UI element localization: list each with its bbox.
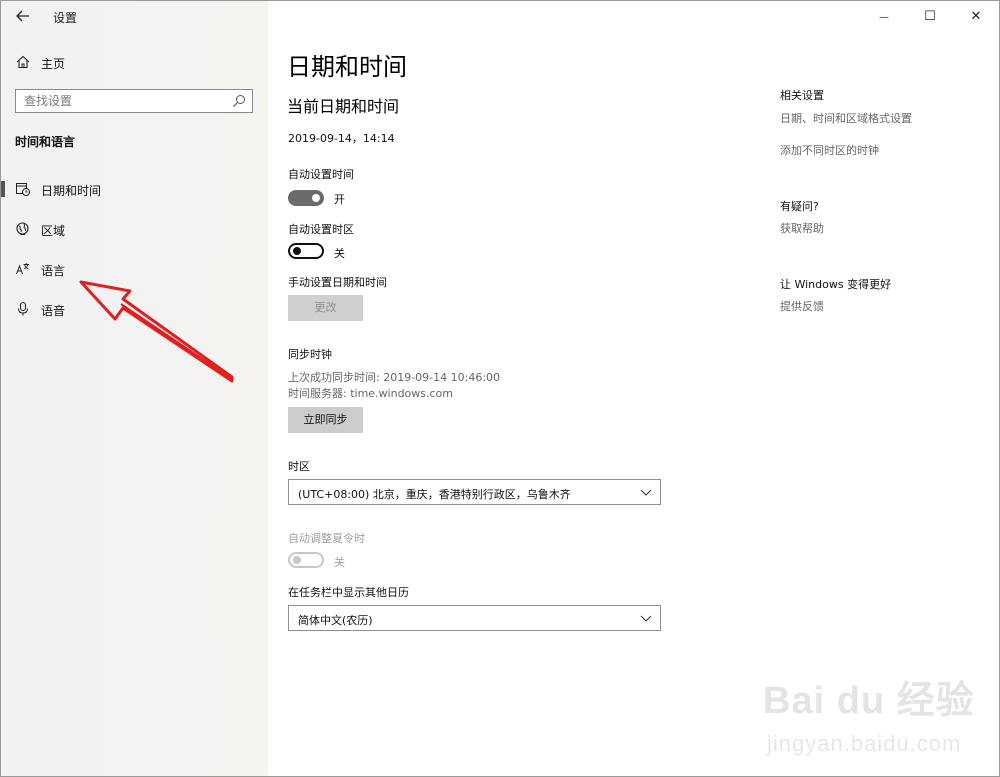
sidebar-item-label: 语音 bbox=[41, 304, 66, 318]
calendar-label: 在任务栏中显示其他日历 bbox=[288, 586, 409, 599]
change-button[interactable]: 更改 bbox=[288, 295, 363, 321]
sync-heading: 同步时钟 bbox=[288, 348, 332, 361]
sync-now-button[interactable]: 立即同步 bbox=[288, 407, 363, 433]
get-help-link[interactable]: 获取帮助 bbox=[780, 220, 824, 236]
calendar-clock-icon bbox=[16, 183, 30, 196]
last-sync-text: 上次成功同步时间: 2019-09-14 10:46:00 bbox=[288, 371, 501, 384]
watermark-brand: Bai du 经验 bbox=[763, 680, 975, 722]
settings-window: 设置 主页 时间和语言 日期和时间 bbox=[0, 0, 1000, 777]
chevron-down-icon bbox=[640, 489, 652, 496]
minimize-button[interactable]: — bbox=[861, 1, 907, 31]
maximize-button[interactable]: ☐ bbox=[907, 1, 953, 31]
dst-state: 关 bbox=[334, 556, 345, 569]
give-feedback-link[interactable]: 提供反馈 bbox=[780, 298, 824, 314]
toggle-knob bbox=[293, 247, 301, 255]
language-icon bbox=[16, 263, 29, 275]
toggle-knob bbox=[293, 556, 301, 564]
toggle-knob bbox=[312, 194, 320, 202]
calendar-dropdown[interactable]: 简体中文(农历) bbox=[288, 605, 661, 631]
sidebar-item-date-time[interactable]: 日期和时间 bbox=[1, 173, 268, 205]
close-button[interactable]: ✕ bbox=[953, 1, 999, 31]
sidebar-item-language[interactable]: 语言 bbox=[1, 253, 268, 285]
manual-set-label: 手动设置日期和时间 bbox=[288, 276, 387, 289]
minimize-icon: — bbox=[879, 12, 889, 23]
section-title: 当前日期和时间 bbox=[287, 97, 400, 116]
auto-timezone-label: 自动设置时区 bbox=[288, 223, 354, 236]
main-content: — ☐ ✕ 日期和时间 当前日期和时间 2019-09-14，14:14 自动设… bbox=[268, 1, 999, 776]
globe-icon bbox=[16, 222, 29, 235]
current-datetime: 2019-09-14，14:14 bbox=[288, 132, 395, 145]
search-input[interactable] bbox=[16, 90, 226, 112]
sidebar-item-label: 语言 bbox=[41, 264, 66, 278]
baidu-watermark: Bai du 经验 jingyan.baidu.com bbox=[763, 669, 993, 769]
sidebar-item-label: 日期和时间 bbox=[41, 184, 102, 198]
time-server-text: 时间服务器: time.windows.com bbox=[288, 387, 454, 400]
close-icon: ✕ bbox=[970, 9, 982, 24]
window-controls: — ☐ ✕ bbox=[861, 1, 999, 31]
title-bar: 设置 bbox=[1, 1, 268, 31]
sidebar-item-region[interactable]: 区域 bbox=[1, 213, 268, 245]
maximize-icon: ☐ bbox=[924, 9, 936, 24]
related-heading: 相关设置 bbox=[780, 89, 824, 102]
help-heading: 有疑问? bbox=[780, 200, 819, 213]
arrow-left-icon bbox=[16, 10, 29, 22]
home-icon bbox=[16, 55, 30, 69]
related-link-formats[interactable]: 日期、时间和区域格式设置 bbox=[780, 110, 912, 126]
chevron-down-icon bbox=[640, 615, 652, 622]
dst-label: 自动调整夏令时 bbox=[288, 532, 365, 545]
dst-toggle[interactable] bbox=[288, 552, 324, 568]
auto-time-label: 自动设置时间 bbox=[288, 168, 354, 181]
timezone-dropdown[interactable]: (UTC+08:00) 北京，重庆，香港特别行政区，乌鲁木齐 bbox=[288, 479, 661, 505]
auto-timezone-state: 关 bbox=[334, 247, 345, 260]
timezone-label: 时区 bbox=[288, 460, 310, 473]
microphone-icon bbox=[18, 301, 28, 316]
watermark-url: jingyan.baidu.com bbox=[767, 731, 962, 756]
section-heading: 时间和语言 bbox=[15, 135, 76, 149]
sidebar: 设置 主页 时间和语言 日期和时间 bbox=[1, 1, 268, 776]
back-button[interactable] bbox=[13, 6, 33, 26]
sidebar-item-label: 主页 bbox=[41, 57, 66, 71]
auto-time-state: 开 bbox=[334, 193, 345, 206]
sidebar-item-speech[interactable]: 语音 bbox=[1, 293, 268, 325]
calendar-value: 简体中文(农历) bbox=[298, 614, 373, 627]
search-icon[interactable] bbox=[232, 94, 246, 108]
related-link-clocks[interactable]: 添加不同时区的时钟 bbox=[780, 142, 879, 158]
sidebar-item-home[interactable]: 主页 bbox=[1, 49, 268, 77]
sidebar-item-label: 区域 bbox=[41, 224, 66, 238]
feedback-heading: 让 Windows 变得更好 bbox=[780, 278, 892, 291]
auto-timezone-toggle[interactable] bbox=[288, 243, 324, 259]
search-box[interactable] bbox=[15, 89, 253, 113]
app-title: 设置 bbox=[53, 11, 78, 25]
page-title: 日期和时间 bbox=[287, 53, 407, 81]
auto-time-toggle[interactable] bbox=[288, 190, 324, 206]
timezone-value: (UTC+08:00) 北京，重庆，香港特别行政区，乌鲁木齐 bbox=[298, 488, 571, 501]
